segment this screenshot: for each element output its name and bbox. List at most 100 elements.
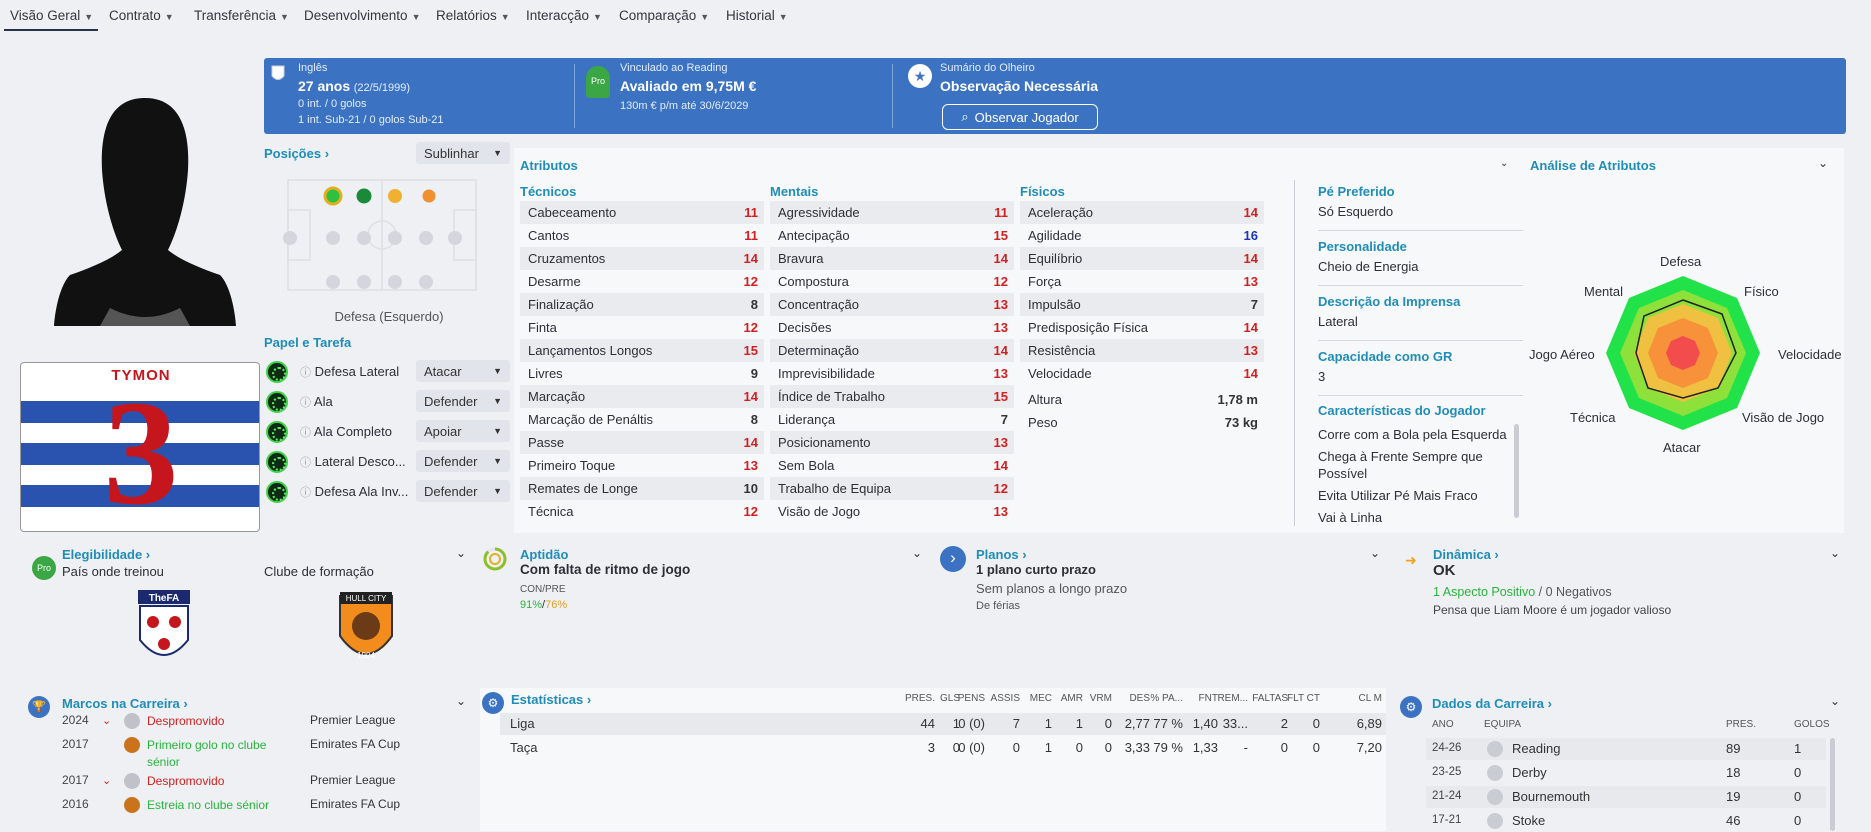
stats-column-header[interactable]: REM...: [1208, 693, 1248, 704]
table-row[interactable]: [1426, 810, 1826, 832]
weight-value: 73 kg: [1224, 415, 1258, 430]
attribute-row[interactable]: Cruzamentos 14: [520, 247, 764, 270]
attribute-row[interactable]: Desarme 12: [520, 270, 764, 293]
tab-transfer[interactable]: Transferência ▼: [194, 8, 289, 23]
career-column-header[interactable]: EQUIPA: [1484, 719, 1521, 730]
career-team[interactable]: Reading: [1512, 741, 1560, 756]
table-row[interactable]: [1426, 786, 1826, 808]
attribute-row[interactable]: Agressividade 11: [770, 201, 1014, 224]
dropdown-label: Defender: [424, 483, 478, 499]
attribute-row[interactable]: Sem Bola 14: [770, 454, 1014, 477]
stats-column-header[interactable]: % PA...: [1143, 693, 1183, 704]
sharpness-value: 76%: [545, 599, 568, 611]
attribute-row[interactable]: Resistência 13: [1020, 339, 1264, 362]
scout-player-button[interactable]: ⌕ Observar Jogador: [942, 104, 1098, 130]
attribute-row[interactable]: Agilidade 16: [1020, 224, 1264, 247]
career-column-header[interactable]: ANO: [1432, 719, 1454, 730]
chevron-down-icon[interactable]: ⌄: [1500, 158, 1508, 169]
stats-column-header[interactable]: FLT CT: [1280, 693, 1320, 704]
attribute-row[interactable]: Força 13: [1020, 270, 1264, 293]
highlight-dropdown[interactable]: Sublinhar ▼: [416, 142, 510, 164]
traits-scrollbar[interactable]: [1514, 424, 1519, 518]
attribute-row[interactable]: Antecipação 15: [770, 224, 1014, 247]
tab-contract[interactable]: Contrato ▼: [109, 8, 174, 23]
tab-reports[interactable]: Relatórios ▼: [436, 8, 510, 23]
attribute-row[interactable]: Finta 12: [520, 316, 764, 339]
attribute-row[interactable]: Passe 14: [520, 431, 764, 454]
career-title[interactable]: Dados da Carreira ›: [1432, 696, 1552, 711]
attribute-row[interactable]: Índice de Trabalho 15: [770, 385, 1014, 408]
attribute-name: Finalização: [528, 297, 594, 312]
attribute-row[interactable]: Decisões 13: [770, 316, 1014, 339]
attribute-row[interactable]: Velocidade 14: [1020, 362, 1264, 385]
trained-club-label: Clube de formação: [264, 564, 374, 579]
attribute-row[interactable]: Equilíbrio 14: [1020, 247, 1264, 270]
table-row[interactable]: [1426, 762, 1826, 784]
role-name[interactable]: Defesa Lateral: [315, 364, 400, 379]
career-team[interactable]: Derby: [1512, 765, 1547, 780]
role-name[interactable]: Lateral Desco...: [315, 454, 406, 469]
duty-dropdown[interactable]: Atacar ▼: [416, 360, 510, 382]
plans-title[interactable]: Planos ›: [976, 547, 1027, 562]
tab-overview[interactable]: Visão Geral ▼: [10, 8, 93, 23]
duty-dropdown[interactable]: Apoiar ▼: [416, 420, 510, 442]
chevron-down-icon[interactable]: ⌄: [456, 694, 466, 708]
dynamics-title[interactable]: Dinâmica ›: [1433, 547, 1499, 562]
milestone-competition: Premier League: [310, 773, 396, 787]
table-row[interactable]: [1426, 738, 1826, 760]
attribute-row[interactable]: Liderança 7: [770, 408, 1014, 431]
attribute-value: 12: [743, 320, 758, 335]
stats-column-header[interactable]: CL M: [1342, 693, 1382, 704]
career-column-header[interactable]: PRES.: [1726, 719, 1756, 730]
duty-dropdown[interactable]: Defender ▼: [416, 480, 510, 502]
tab-interaction[interactable]: Interacção ▼: [526, 8, 602, 23]
attribute-name: Cabeceamento: [528, 205, 617, 220]
career-column-header[interactable]: GOLOS: [1794, 719, 1830, 730]
duty-dropdown[interactable]: Defender ▼: [416, 450, 510, 472]
attribute-row[interactable]: Lançamentos Longos 15: [520, 339, 764, 362]
attribute-row[interactable]: Compostura 12: [770, 270, 1014, 293]
attribute-row[interactable]: Cantos 11: [520, 224, 764, 247]
attribute-row[interactable]: Predisposição Física 14: [1020, 316, 1264, 339]
tab-comparison[interactable]: Comparação ▼: [619, 8, 709, 23]
attribute-row[interactable]: Posicionamento 13: [770, 431, 1014, 454]
eligibility-title[interactable]: Elegibilidade ›: [62, 547, 150, 562]
attribute-row[interactable]: Imprevisibilidade 13: [770, 362, 1014, 385]
attribute-row[interactable]: Aceleração 14: [1020, 201, 1264, 224]
career-team[interactable]: Bournemouth: [1512, 789, 1590, 804]
chevron-down-icon[interactable]: ⌄: [912, 546, 922, 560]
tab-history[interactable]: Historial ▼: [726, 8, 788, 23]
career-scrollbar[interactable]: [1830, 738, 1835, 831]
attribute-row[interactable]: Impulsão 7: [1020, 293, 1264, 316]
attribute-row[interactable]: Livres 9: [520, 362, 764, 385]
attribute-row[interactable]: Técnica 12: [520, 500, 764, 523]
stats-column-header[interactable]: PENS: [945, 693, 985, 704]
chevron-down-icon[interactable]: ⌄: [456, 546, 466, 560]
role-name[interactable]: Defesa Ala Inv...: [315, 484, 409, 499]
attribute-row[interactable]: Visão de Jogo 13: [770, 500, 1014, 523]
chevron-down-icon[interactable]: ⌄: [1370, 546, 1380, 560]
tab-development[interactable]: Desenvolvimento ▼: [304, 8, 420, 23]
chevron-down-icon[interactable]: ⌄: [1830, 546, 1840, 560]
role-name[interactable]: Ala: [314, 394, 333, 409]
attribute-row[interactable]: Remates de Longe 10: [520, 477, 764, 500]
attribute-row[interactable]: Cabeceamento 11: [520, 201, 764, 224]
attribute-row[interactable]: Determinação 14: [770, 339, 1014, 362]
duty-dropdown[interactable]: Defender ▼: [416, 390, 510, 412]
attribute-row[interactable]: Trabalho de Equipa 12: [770, 477, 1014, 500]
attribute-row[interactable]: Bravura 14: [770, 247, 1014, 270]
attribute-row[interactable]: Marcação 14: [520, 385, 764, 408]
career-team[interactable]: Stoke: [1512, 813, 1545, 828]
milestones-title[interactable]: Marcos na Carreira ›: [62, 696, 188, 711]
stats-title[interactable]: Estatísticas ›: [511, 692, 591, 707]
attribute-row[interactable]: Concentração 13: [770, 293, 1014, 316]
stats-column-header[interactable]: VRM: [1072, 693, 1112, 704]
role-name[interactable]: Ala Completo: [314, 424, 392, 439]
press-value: Lateral: [1318, 314, 1358, 329]
attribute-row[interactable]: Primeiro Toque 13: [520, 454, 764, 477]
chevron-down-icon[interactable]: ⌄: [1830, 694, 1840, 708]
attribute-row[interactable]: Finalização 8: [520, 293, 764, 316]
chevron-down-icon[interactable]: ⌄: [1818, 156, 1828, 170]
attribute-row[interactable]: Marcação de Penáltis 8: [520, 408, 764, 431]
positions-title[interactable]: Posições ›: [264, 146, 329, 161]
